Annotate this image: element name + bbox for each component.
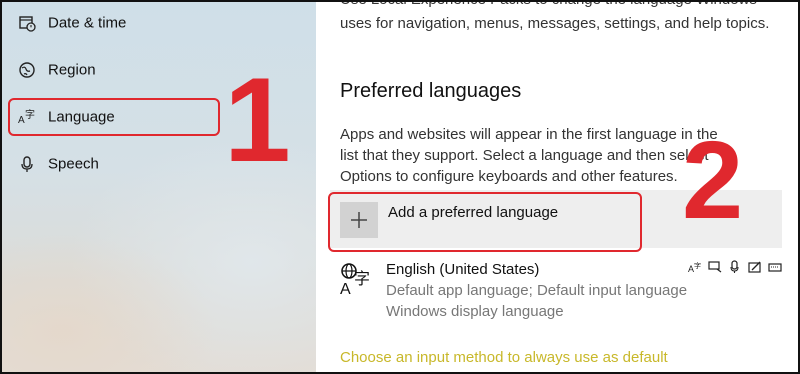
- sidebar-item-label: Speech: [48, 155, 99, 173]
- handwriting-icon: [748, 260, 762, 274]
- language-name: English (United States): [386, 261, 540, 278]
- sidebar-item-date-time[interactable]: Date & time: [2, 2, 316, 46]
- step-number-2: 2: [682, 119, 744, 242]
- input-method-link[interactable]: Choose an input method to always use as …: [340, 349, 668, 366]
- microphone-icon: [18, 155, 36, 173]
- globe-icon: [18, 61, 36, 79]
- language-icon: A字: [340, 262, 374, 298]
- section-description: Apps and websites will appear in the fir…: [340, 126, 718, 185]
- language-feature-icons: A字: [688, 258, 782, 276]
- svg-text:字: 字: [354, 269, 370, 288]
- section-title: Preferred languages: [340, 80, 522, 102]
- sidebar-item-label: Region: [48, 61, 96, 79]
- speech-recognition-icon: [708, 260, 722, 274]
- text-to-speech-icon: [728, 260, 742, 274]
- language-list-item[interactable]: A字 English (United States) Default app l…: [340, 258, 782, 320]
- svg-text:A: A: [340, 281, 351, 296]
- highlight-box-add-language: [328, 192, 642, 252]
- language-status-line-2: Windows display language: [386, 303, 564, 320]
- sidebar-item-label: Date & time: [48, 14, 127, 32]
- sidebar: Date & time Region A字 Language Speech 1: [2, 2, 316, 372]
- intro-text: Use Local Experience Packs to change the…: [340, 2, 770, 32]
- language-status-line-1: Default app language; Default input lang…: [386, 282, 688, 299]
- settings-window: Date & time Region A字 Language Speech 1 …: [0, 0, 800, 374]
- step-number-1: 1: [224, 53, 291, 187]
- main-content: Use Local Experience Packs to change the…: [316, 2, 798, 372]
- display-language-icon: A字: [688, 260, 702, 274]
- clock-calendar-icon: [18, 14, 36, 32]
- highlight-box-language: [8, 98, 220, 136]
- keyboard-icon: [768, 260, 782, 274]
- svg-text:字: 字: [694, 261, 701, 270]
